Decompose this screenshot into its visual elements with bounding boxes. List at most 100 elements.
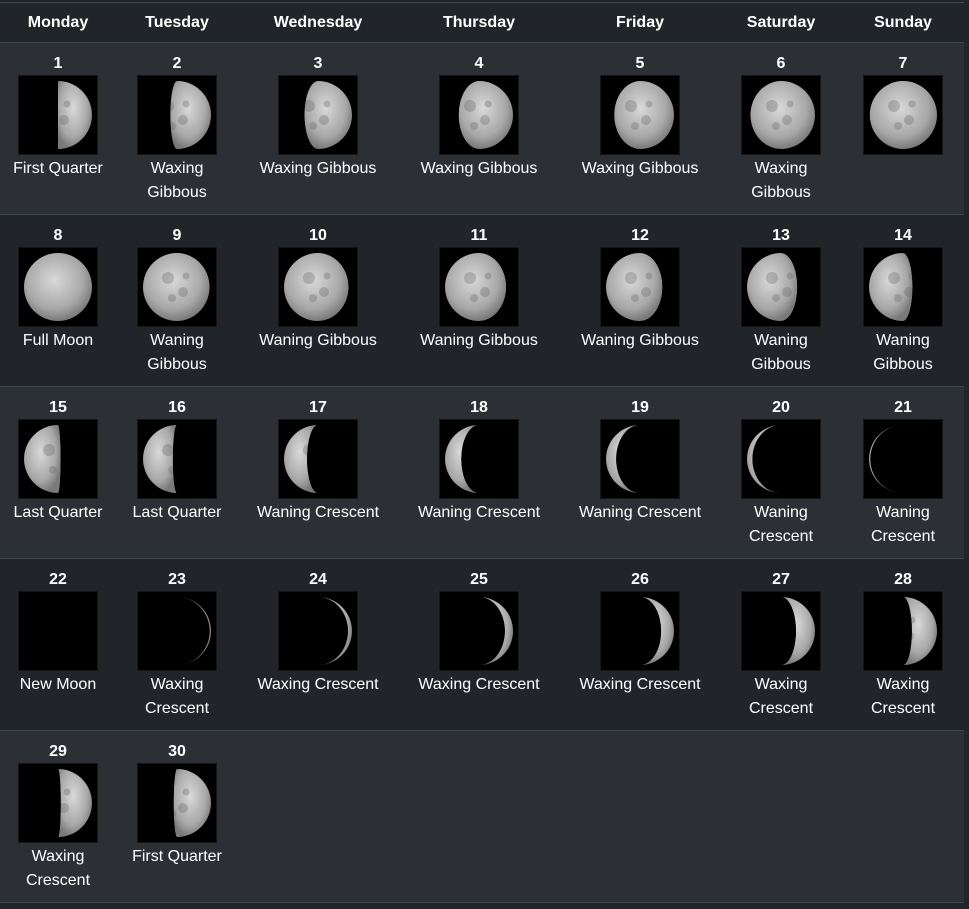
moon-phase-label: Waning Crescent (748, 504, 814, 545)
day-number: 20 (772, 399, 790, 416)
calendar-week-row: 1 First Quarter 2 Waxing Gibbous 3 Waxing Gib… (0, 42, 964, 215)
calendar-day-cell: 24 Waxing Crescent (238, 558, 398, 731)
calendar-day-cell: 27 Waxing Crescent (720, 558, 842, 731)
moon-phase-label: Waning Gibbous (873, 332, 933, 373)
empty-day-cell (720, 730, 842, 903)
day-number: 26 (631, 571, 649, 588)
day-number: 22 (49, 571, 67, 588)
day-number: 25 (470, 571, 488, 588)
day-number: 23 (168, 571, 186, 588)
calendar-day-cell: 17 Waning Crescent (238, 386, 398, 559)
empty-day-cell (238, 730, 398, 903)
day-number: 27 (772, 571, 790, 588)
weekday-header-tuesday: Tuesday (116, 2, 238, 43)
calendar-day-cell: 11 Waning Gibbous (398, 214, 560, 387)
moon-phase-label: Waxing Crescent (748, 676, 814, 717)
calendar-day-cell: 10 Waning Gibbous (238, 214, 398, 387)
day-number: 29 (49, 743, 67, 760)
calendar-day-cell: 22 New Moon (0, 558, 116, 731)
moon-phase-label: Waning Gibbous (751, 332, 811, 373)
moon-phase-label: Waxing Gibbous (581, 160, 699, 177)
day-number: 17 (309, 399, 327, 416)
day-number: 11 (470, 227, 488, 244)
moon-phase-icon (138, 248, 216, 326)
moon-phase-label: Waning Gibbous (147, 332, 207, 373)
calendar-day-cell: 15 Last Quarter (0, 386, 116, 559)
moon-phase-icon (742, 420, 820, 498)
calendar-day-cell: 5 Waxing Gibbous (560, 42, 720, 215)
moon-phase-label: Waning Crescent (870, 504, 936, 545)
day-number: 15 (49, 399, 67, 416)
calendar-day-cell: 8 Full Moon (0, 214, 116, 387)
moon-phase-icon (440, 592, 518, 670)
calendar-day-cell: 6 Waxing Gibbous (720, 42, 842, 215)
calendar-day-cell: 12 Waning Gibbous (560, 214, 720, 387)
moon-phase-icon (279, 76, 357, 154)
moon-phase-icon (138, 592, 216, 670)
moon-phase-icon (601, 76, 679, 154)
moon-phase-label: Waxing Gibbous (147, 160, 207, 201)
moon-phase-icon (601, 248, 679, 326)
calendar-day-cell: 21 Waning Crescent (842, 386, 964, 559)
day-number: 21 (894, 399, 912, 416)
day-number: 14 (894, 227, 912, 244)
moon-phase-label: Waning Gibbous (420, 332, 538, 349)
calendar-day-cell: 26 Waxing Crescent (560, 558, 720, 731)
calendar-day-cell: 14 Waning Gibbous (842, 214, 964, 387)
day-number: 2 (172, 55, 182, 72)
day-number: 28 (894, 571, 912, 588)
day-number: 19 (631, 399, 649, 416)
day-number: 10 (309, 227, 327, 244)
calendar-day-cell: 2 Waxing Gibbous (116, 42, 238, 215)
calendar-day-cell: 30 First Quarter (116, 730, 238, 903)
empty-day-cell (842, 730, 964, 903)
moon-phase-label: Waxing Crescent (144, 676, 210, 717)
day-number: 13 (772, 227, 790, 244)
moon-phase-icon (19, 764, 97, 842)
moon-phase-icon (440, 248, 518, 326)
moon-phase-icon (601, 420, 679, 498)
weekday-header-monday: Monday (0, 2, 116, 43)
moon-phase-icon (742, 592, 820, 670)
moon-phase-icon (138, 420, 216, 498)
calendar-day-cell: 4 Waxing Gibbous (398, 42, 560, 215)
calendar-day-cell: 28 Waxing Crescent (842, 558, 964, 731)
calendar-body: 1 First Quarter 2 Waxing Gibbous 3 Waxing Gib… (0, 42, 964, 903)
moon-phase-icon (279, 420, 357, 498)
calendar-week-row: 29 Waxing Crescent 30 First Quarter (0, 730, 964, 903)
day-number: 12 (631, 227, 649, 244)
day-number: 18 (470, 399, 488, 416)
moon-phase-icon (864, 420, 942, 498)
weekday-header-friday: Friday (560, 2, 720, 43)
moon-phase-icon (864, 248, 942, 326)
calendar-week-row: 8 Full Moon 9 Waning Gibbous 10 Waning Gibbou… (0, 214, 964, 387)
day-number: 4 (474, 55, 484, 72)
moon-calendar-table: Monday Tuesday Wednesday Thursday Friday… (0, 2, 964, 903)
moon-phase-icon (279, 248, 357, 326)
moon-phase-icon (19, 248, 97, 326)
moon-phase-icon (864, 592, 942, 670)
day-number: 3 (313, 55, 323, 72)
calendar-day-cell: 25 Waxing Crescent (398, 558, 560, 731)
day-number: 5 (635, 55, 645, 72)
moon-phase-label: Last Quarter (132, 504, 222, 521)
calendar-day-cell: 29 Waxing Crescent (0, 730, 116, 903)
day-number: 7 (898, 55, 908, 72)
moon-phase-label: Waning Crescent (578, 504, 702, 521)
moon-phase-icon (138, 764, 216, 842)
moon-phase-icon (19, 592, 97, 670)
moon-phase-icon (138, 76, 216, 154)
moon-phase-icon (440, 76, 518, 154)
moon-phase-icon (440, 420, 518, 498)
day-number: 24 (309, 571, 327, 588)
calendar-day-cell: 18 Waning Crescent (398, 386, 560, 559)
calendar-day-cell: 16 Last Quarter (116, 386, 238, 559)
moon-phase-label: Waxing Crescent (25, 848, 91, 889)
moon-phase-icon (742, 76, 820, 154)
weekday-header-saturday: Saturday (720, 2, 842, 43)
moon-phase-label: New Moon (19, 676, 97, 693)
calendar-day-cell: 3 Waxing Gibbous (238, 42, 398, 215)
moon-phase-label: Waxing Gibbous (259, 160, 377, 177)
moon-phase-label: Full Moon (22, 332, 94, 349)
moon-phase-icon (742, 248, 820, 326)
